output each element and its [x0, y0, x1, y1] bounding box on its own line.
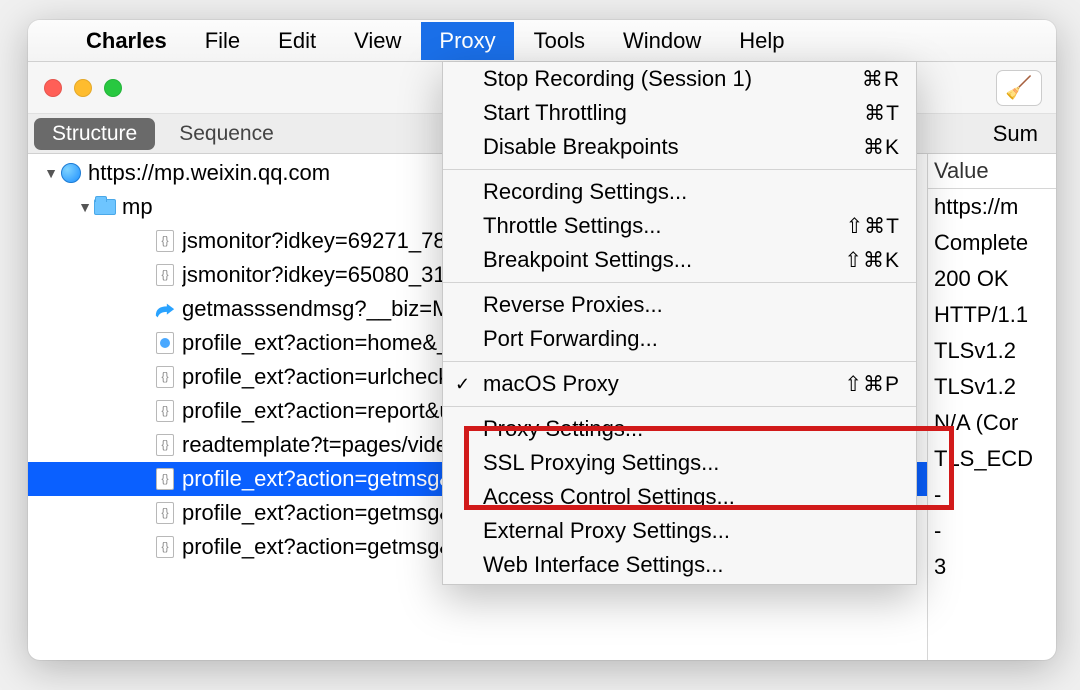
menu-shortcut: ⇧⌘T — [846, 214, 900, 239]
menu-item-label: Port Forwarding... — [483, 326, 658, 352]
broom-icon: 🧹 — [1005, 75, 1032, 101]
zoom-icon[interactable] — [104, 79, 122, 97]
menu-item-external-proxy-settings[interactable]: External Proxy Settings... — [443, 514, 916, 548]
menu-item-label: Breakpoint Settings... — [483, 247, 692, 273]
menu-item-port-forwarding[interactable]: Port Forwarding... — [443, 322, 916, 356]
value-cell[interactable]: TLSv1.2 — [928, 333, 1056, 369]
disclosure-icon[interactable]: ▼ — [76, 199, 94, 215]
menu-item-ssl-proxying-settings[interactable]: SSL Proxying Settings... — [443, 446, 916, 480]
menu-item-start-throttling[interactable]: Start Throttling ⌘T — [443, 96, 916, 130]
document-icon: {} — [154, 434, 176, 456]
tree-item-label: mp — [122, 194, 153, 220]
menu-tools[interactable]: Tools — [516, 22, 603, 60]
globe-icon — [60, 162, 82, 184]
menu-separator — [443, 282, 916, 283]
menu-item-label: Reverse Proxies... — [483, 292, 663, 318]
menu-item-breakpoint-settings[interactable]: Breakpoint Settings... ⇧⌘K — [443, 243, 916, 277]
menu-proxy[interactable]: Proxy — [421, 22, 513, 60]
tree-item-label: jsmonitor?idkey=65080_31_1& — [182, 262, 485, 288]
menu-view[interactable]: View — [336, 22, 419, 60]
value-cell[interactable]: Complete — [928, 225, 1056, 261]
minimize-icon[interactable] — [74, 79, 92, 97]
menu-item-proxy-settings[interactable]: Proxy Settings... — [443, 412, 916, 446]
menu-separator — [443, 169, 916, 170]
values-pane: Value https://mComplete200 OKHTTP/1.1TLS… — [928, 154, 1056, 660]
menu-shortcut: ⌘R — [862, 67, 900, 92]
menu-item-recording-settings[interactable]: Recording Settings... — [443, 175, 916, 209]
value-cell[interactable]: - — [928, 477, 1056, 513]
menu-shortcut: ⌘T — [864, 101, 900, 126]
menu-file[interactable]: File — [187, 22, 258, 60]
tree-item-label: profile_ext?action=urlcheck&ui — [182, 364, 481, 390]
value-cell[interactable]: 3 — [928, 549, 1056, 585]
window-controls — [44, 79, 122, 97]
menu-item-label: Proxy Settings... — [483, 416, 643, 442]
menubar: Charles File Edit View Proxy Tools Windo… — [28, 20, 1056, 62]
values-header[interactable]: Value — [928, 154, 1056, 189]
document-icon: {} — [154, 230, 176, 252]
menu-item-label: macOS Proxy — [483, 371, 619, 397]
redirect-arrow-icon — [154, 298, 176, 320]
tree-item-label: https://mp.weixin.qq.com — [88, 160, 330, 186]
value-cell[interactable]: HTTP/1.1 — [928, 297, 1056, 333]
value-cell[interactable]: TLS_ECD — [928, 441, 1056, 477]
menu-item-label: SSL Proxying Settings... — [483, 450, 719, 476]
menu-shortcut: ⌘K — [863, 135, 900, 160]
menu-item-access-control-settings[interactable]: Access Control Settings... — [443, 480, 916, 514]
folder-icon — [94, 196, 116, 218]
document-icon: {} — [154, 366, 176, 388]
close-icon[interactable] — [44, 79, 62, 97]
menu-item-reverse-proxies[interactable]: Reverse Proxies... — [443, 288, 916, 322]
menu-item-label: Access Control Settings... — [483, 484, 735, 510]
menu-item-label: Start Throttling — [483, 100, 627, 126]
menu-app[interactable]: Charles — [68, 22, 185, 60]
proxy-dropdown: Stop Recording (Session 1) ⌘R Start Thrott… — [442, 62, 917, 585]
menu-item-disable-breakpoints[interactable]: Disable Breakpoints ⌘K — [443, 130, 916, 164]
menu-item-label: External Proxy Settings... — [483, 518, 730, 544]
menu-item-stop-recording-session-1[interactable]: Stop Recording (Session 1) ⌘R — [443, 62, 916, 96]
menu-shortcut: ⇧⌘K — [844, 248, 900, 273]
tree-item-label: readtemplate?t=pages/video_a — [182, 432, 485, 458]
summary-column-header: Sum — [993, 121, 1038, 147]
menu-item-label: Disable Breakpoints — [483, 134, 679, 160]
tab-sequence[interactable]: Sequence — [161, 118, 292, 150]
tree-item-label: profile_ext?action=report&uin= — [182, 398, 482, 424]
menu-window[interactable]: Window — [605, 22, 719, 60]
menu-item-throttle-settings[interactable]: Throttle Settings... ⇧⌘T — [443, 209, 916, 243]
menu-edit[interactable]: Edit — [260, 22, 334, 60]
document-icon: {} — [154, 468, 176, 490]
document-icon: {} — [154, 400, 176, 422]
document-icon: {} — [154, 536, 176, 558]
value-cell[interactable]: N/A (Cor — [928, 405, 1056, 441]
value-cell[interactable]: - — [928, 513, 1056, 549]
value-cell[interactable]: 200 OK — [928, 261, 1056, 297]
document-icon: {} — [154, 264, 176, 286]
menu-item-label: Recording Settings... — [483, 179, 687, 205]
check-icon: ✓ — [455, 374, 470, 395]
document-blue-icon — [154, 332, 176, 354]
menu-separator — [443, 406, 916, 407]
value-cell[interactable]: https://m — [928, 189, 1056, 225]
menu-item-web-interface-settings[interactable]: Web Interface Settings... — [443, 548, 916, 582]
menu-item-macos-proxy[interactable]: ✓ macOS Proxy ⇧⌘P — [443, 367, 916, 401]
menu-separator — [443, 361, 916, 362]
menu-shortcut: ⇧⌘P — [844, 372, 900, 397]
menu-item-label: Throttle Settings... — [483, 213, 662, 239]
menu-item-label: Stop Recording (Session 1) — [483, 66, 752, 92]
document-icon: {} — [154, 502, 176, 524]
value-cell[interactable]: TLSv1.2 — [928, 369, 1056, 405]
disclosure-icon[interactable]: ▼ — [42, 165, 60, 181]
tab-structure[interactable]: Structure — [34, 118, 155, 150]
menu-help[interactable]: Help — [721, 22, 802, 60]
menu-item-label: Web Interface Settings... — [483, 552, 724, 578]
clear-session-button[interactable]: 🧹 — [996, 70, 1042, 106]
